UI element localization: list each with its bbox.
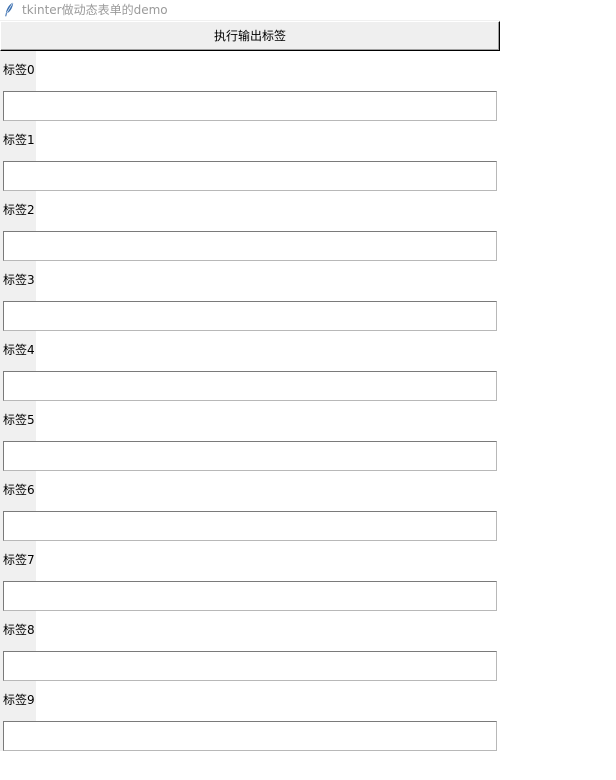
field-label-1: 标签1 <box>3 133 35 147</box>
field-input-3[interactable] <box>3 301 497 331</box>
field-input-6[interactable] <box>3 511 497 541</box>
field-input-7[interactable] <box>3 581 497 611</box>
field-input-0[interactable] <box>3 91 497 121</box>
window-title: tkinter做动态表单的demo <box>22 3 168 17</box>
field-label-7: 标签7 <box>3 553 35 567</box>
field-label-8: 标签8 <box>3 623 35 637</box>
field-label-0: 标签0 <box>3 63 35 77</box>
field-label-6: 标签6 <box>3 483 35 497</box>
field-label-4: 标签4 <box>3 343 35 357</box>
field-label-9: 标签9 <box>3 693 35 707</box>
field-label-2: 标签2 <box>3 203 35 217</box>
feather-icon <box>5 2 14 17</box>
field-label-5: 标签5 <box>3 413 35 427</box>
field-input-8[interactable] <box>3 651 497 681</box>
field-label-3: 标签3 <box>3 273 35 287</box>
field-input-9[interactable] <box>3 721 497 751</box>
title-bar: tkinter做动态表单的demo <box>0 0 616 20</box>
field-input-4[interactable] <box>3 371 497 401</box>
field-input-1[interactable] <box>3 161 497 191</box>
field-input-5[interactable] <box>3 441 497 471</box>
field-input-2[interactable] <box>3 231 497 261</box>
run-output-labels-button[interactable]: 执行输出标签 <box>0 21 500 51</box>
window-bottom-area <box>0 751 616 780</box>
